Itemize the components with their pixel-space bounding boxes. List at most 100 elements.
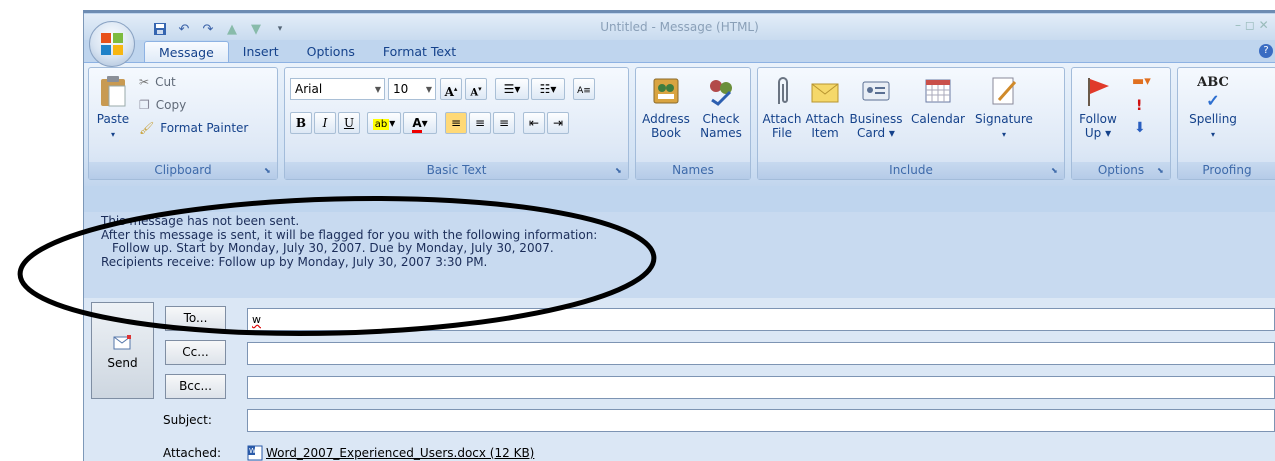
flag-icon — [1088, 78, 1109, 106]
group-clipboard: Paste ▾ ✂ Cut ❐ Copy 🖌 Format Painter Clipbo… — [88, 67, 278, 180]
follow-up-button[interactable]: Follow Up ▾ — [1076, 74, 1120, 140]
tab-insert[interactable]: Insert — [229, 41, 293, 63]
styles-icon: A≡ — [577, 86, 591, 96]
font-size-value: 10 — [393, 82, 409, 96]
tab-message[interactable]: Message — [144, 41, 229, 63]
follow-up-label-2: Up ▾ — [1084, 126, 1112, 140]
send-button[interactable]: Send — [91, 302, 154, 399]
ribbon: Paste ▾ ✂ Cut ❐ Copy 🖌 Format Painter Clipbo… — [84, 62, 1275, 186]
message-header: Send To... Cc... Bcc... w Subject: Attac… — [84, 298, 1275, 461]
attach-item-label-2: Item — [811, 126, 839, 140]
font-color-button[interactable]: A▾ — [403, 112, 437, 134]
business-card-label-2: Card ▾ — [857, 126, 895, 140]
calendar-label: Calendar — [911, 112, 965, 126]
attach-item-button[interactable]: Attach Item — [802, 74, 848, 140]
attachment-item[interactable]: W Word_2007_Experienced_Users.docx (12 K… — [247, 441, 1275, 461]
group-include: Attach File Attach Item Business Card ▾ Cal… — [757, 67, 1065, 180]
highlight-button[interactable]: ab ▾ — [367, 112, 401, 134]
attach-file-label-1: Attach — [762, 112, 802, 126]
increase-indent-button[interactable]: ⇥ — [547, 112, 569, 134]
bcc-field[interactable] — [247, 376, 1275, 399]
calendar-icon — [925, 79, 951, 103]
paste-label: Paste — [96, 112, 130, 126]
check-names-icon — [710, 80, 732, 106]
copy-button[interactable]: ❐ Copy — [139, 98, 186, 112]
envelope-icon — [811, 83, 839, 103]
copy-label: Copy — [155, 98, 187, 112]
spelling-check-icon: ABC ✓ — [1197, 75, 1229, 110]
attached-label: Attached: — [163, 446, 222, 460]
font-name-combo[interactable]: Arial ▼ — [290, 78, 385, 100]
format-painter-button[interactable]: 🖌 Format Painter — [139, 121, 248, 135]
high-importance-icon[interactable]: ! — [1136, 98, 1142, 114]
to-field[interactable]: w — [247, 308, 1275, 331]
address-book-button[interactable]: Address Book — [640, 74, 692, 140]
info-line-follow-up: Follow up. Start by Monday, July 30, 200… — [112, 241, 554, 255]
dialog-launcher-icon[interactable]: ⬊ — [1051, 166, 1061, 176]
paste-button[interactable]: Paste ▾ — [95, 74, 131, 142]
group-options: Follow Up ▾ ▬▾ ! ⬇ Options ⬊ — [1071, 67, 1171, 180]
tab-options[interactable]: Options — [293, 41, 369, 63]
bold-button[interactable]: B — [290, 112, 312, 134]
check-names-label-1: Check — [702, 112, 740, 126]
dialog-launcher-icon[interactable]: ⬊ — [615, 166, 625, 176]
to-field-value: w — [252, 313, 261, 326]
align-right-icon: ≡ — [498, 116, 510, 130]
numbering-button[interactable]: ☷▾ — [531, 78, 565, 100]
numbering-icon: ☷▾ — [539, 82, 557, 96]
align-right-button[interactable]: ≡ — [493, 112, 515, 134]
to-button[interactable]: To... — [165, 306, 226, 331]
business-card-button[interactable]: Business Card ▾ — [848, 74, 904, 140]
send-label: Send — [107, 356, 138, 370]
underline-button[interactable]: U — [338, 112, 360, 134]
cc-button[interactable]: Cc... — [165, 340, 226, 365]
bullets-button[interactable]: ☰▾ — [495, 78, 529, 100]
cut-label: Cut — [155, 75, 176, 89]
abc-label: ABC — [1197, 75, 1229, 90]
address-book-label-1: Address — [642, 112, 690, 126]
cc-field[interactable] — [247, 342, 1275, 365]
dialog-launcher-icon[interactable]: ⬊ — [1157, 166, 1167, 176]
help-icon[interactable]: ? — [1259, 44, 1273, 58]
styles-button[interactable]: A≡ — [573, 78, 595, 100]
decrease-indent-button[interactable]: ⇤ — [523, 112, 545, 134]
group-label-options: Options — [1072, 162, 1170, 179]
window-controls[interactable]: – ◻ ✕ — [1235, 18, 1275, 32]
font-name-value: Arial — [295, 82, 323, 96]
tab-format-text[interactable]: Format Text — [369, 41, 470, 63]
group-label-clipboard: Clipboard — [89, 162, 277, 179]
address-book-icon — [653, 78, 679, 104]
align-center-button[interactable]: ≡ — [469, 112, 491, 134]
check-names-button[interactable]: Check Names — [694, 74, 748, 140]
check-names-label-2: Names — [700, 126, 742, 140]
dialog-launcher-icon[interactable]: ⬊ — [264, 166, 274, 176]
office-button[interactable] — [89, 21, 135, 67]
svg-text:W: W — [249, 447, 256, 455]
bcc-button[interactable]: Bcc... — [165, 374, 226, 399]
title-bar: ↶ ↷ ▲ ▼ ▾ Untitled - Message (HTML) – ◻ … — [84, 14, 1275, 40]
attachment-name: Word_2007_Experienced_Users.docx (12 KB) — [266, 445, 535, 460]
cut-button[interactable]: ✂ Cut — [139, 75, 176, 89]
grow-font-button[interactable]: A▴ — [440, 78, 462, 100]
send-envelope-icon — [113, 335, 131, 350]
attach-file-button[interactable]: Attach File — [762, 74, 802, 140]
font-size-combo[interactable]: 10 ▼ — [388, 78, 436, 100]
italic-button[interactable]: I — [314, 112, 336, 134]
signature-button[interactable]: Signature ▾ — [972, 74, 1036, 142]
low-importance-icon[interactable]: ⬇ — [1134, 120, 1146, 136]
chevron-down-icon: ▼ — [374, 85, 381, 94]
align-left-button[interactable]: ≡ — [445, 112, 467, 134]
signature-label: Signature — [975, 112, 1033, 126]
calendar-button[interactable]: Calendar — [906, 74, 970, 126]
subject-label: Subject: — [163, 413, 212, 427]
outlook-message-window: ↶ ↷ ▲ ▼ ▾ Untitled - Message (HTML) – ◻ … — [83, 10, 1275, 461]
shrink-font-button[interactable]: A▾ — [465, 78, 487, 100]
spelling-button[interactable]: ABC ✓ Spelling ▾ — [1182, 74, 1244, 142]
info-line-flagged: After this message is sent, it will be f… — [101, 227, 598, 242]
bullets-icon: ☰▾ — [503, 82, 521, 96]
categorize-icon[interactable]: ▬▾ — [1132, 74, 1151, 89]
follow-up-label-1: Follow — [1079, 112, 1117, 126]
group-label-include: Include — [758, 162, 1064, 179]
subject-field[interactable] — [247, 409, 1275, 432]
screenshot: ↶ ↷ ▲ ▼ ▾ Untitled - Message (HTML) – ◻ … — [0, 0, 1275, 461]
